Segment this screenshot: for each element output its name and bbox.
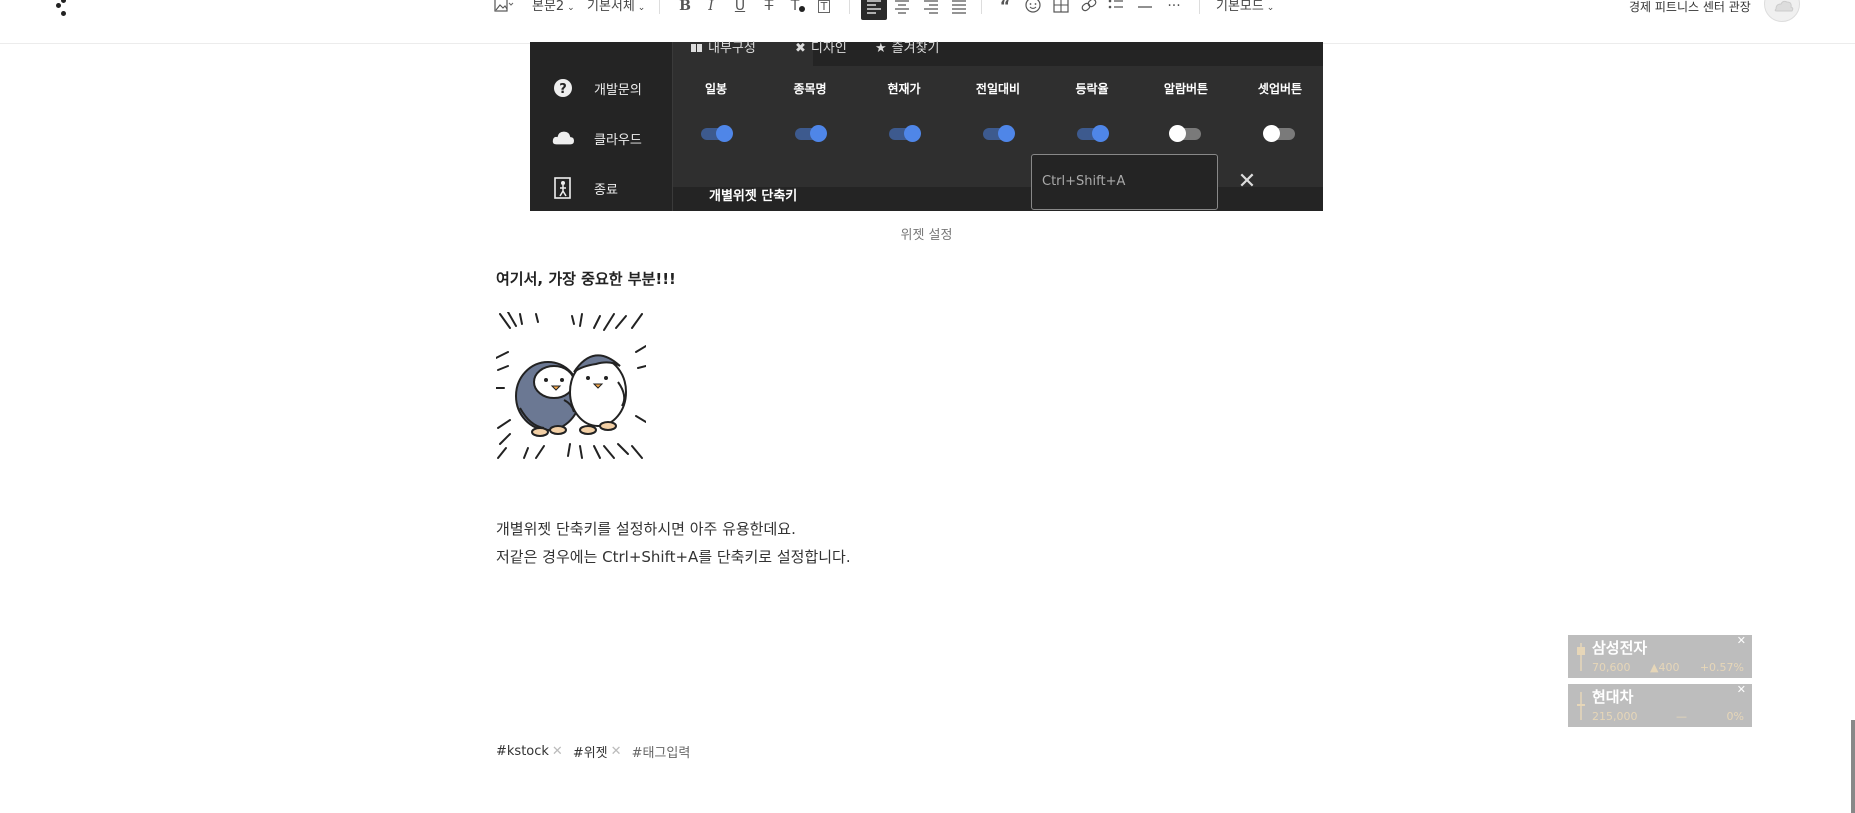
text-color-icon[interactable]: T [788,0,808,14]
strikethrough-icon[interactable]: T [761,0,777,14]
tab-favorites[interactable]: ★ 즐겨찾기 [875,42,940,66]
cloud-icon [552,127,574,149]
widget-sidebar: ? 개발문의 클라우드 종료 [530,42,673,211]
align-left-icon[interactable] [864,0,884,14]
toggle-daily-candle[interactable] [701,125,733,142]
stock-widget-hyundai[interactable]: 현대차 ✕ 215,000 — 0% [1568,683,1752,727]
tools-icon: ✖ [795,41,806,56]
link-icon[interactable] [1079,0,1099,14]
stock-rate: 0% [1726,710,1744,723]
align-justify-icon[interactable] [949,0,969,14]
tab-design[interactable]: ✖ 디자인 [795,42,847,66]
tag-input[interactable]: #태그입력 [632,742,691,761]
sidebar-item-exit[interactable]: 종료 [552,176,618,200]
tag-item[interactable]: #kstock ✕ [496,742,563,761]
emoji-icon[interactable] [1024,0,1042,14]
toggle-label-daily-candle: 일봉 [704,82,728,96]
toggle-current-price[interactable] [889,125,921,142]
table-icon[interactable] [1052,0,1070,14]
underline-icon[interactable]: U [732,0,748,14]
italic-icon[interactable]: I [703,0,719,14]
shortcut-label: 개별위젯 단축키 [709,189,798,204]
logo-icon[interactable] [56,0,70,22]
font-family-select[interactable]: 기본서체 ⌄ [587,0,645,14]
stock-price: 70,600 [1592,661,1631,674]
image-caption: 위젯 설정 [900,228,953,243]
quote-icon[interactable]: “ [995,0,1015,14]
stock-rate: +0.57% [1699,661,1744,674]
stock-price: 215,000 [1592,710,1638,723]
text-background-icon[interactable]: T [815,0,833,14]
paragraph-style-select[interactable]: 본문2 ⌄ [532,0,575,14]
stock-widget-samsung[interactable]: 삼성전자 ✕ 70,600 ▲400 +0.57% [1568,634,1752,678]
sidebar-item-dev-inquiry[interactable]: ? 개발문의 [552,76,642,100]
stock-change: — [1676,710,1687,723]
paragraph-2: 저같은 경우에는 Ctrl+Shift+A를 단축키로 설정합니다. [496,548,851,566]
penguin-sticker-image [495,311,647,462]
stock-change: ▲400 [1650,661,1680,674]
grid-icon [691,44,702,52]
shortcut-input[interactable]: Ctrl+Shift+A [1031,154,1218,210]
widget-tabs: 내부구성 ✖ 디자인 ★ 즐겨찾기 [673,42,1323,66]
horizontal-rule-icon[interactable] [1136,0,1154,14]
toggle-label-stock-name: 종목명 [793,82,827,96]
blog-title: 경제 피트니스 센터 관장 [1629,0,1751,14]
toggle-label-change-rate: 등락율 [1075,82,1109,96]
toggle-label-current-price: 현재가 [887,82,921,96]
help-circle-icon: ? [552,77,574,99]
section-heading: 여기서, 가장 중요한 부분!!! [496,270,676,288]
stock-name: 삼성전자 [1592,639,1648,657]
toggle-change-rate[interactable] [1077,125,1109,142]
stock-name: 현대차 [1592,688,1634,706]
toggle-stock-name[interactable] [795,125,827,142]
svg-text:?: ? [559,82,567,97]
widget-toggle-panel: 일봉 종목명 현재가 전일대비 등락율 알람버튼 셋업버튼 [673,66,1323,187]
tag-remove-icon[interactable]: ✕ [552,744,563,759]
toolbar-divider [981,0,982,14]
close-icon[interactable]: ✕ [1737,634,1746,647]
candle-icon [1576,643,1585,671]
toggle-label-day-change: 전일대비 [975,82,1021,96]
tag-item[interactable]: #위젯 ✕ [573,742,622,761]
toggle-label-alarm-button: 알람버튼 [1163,82,1209,96]
editor-toolbar: 본문2 ⌄ 기본서체 ⌄ B I U T T T “ ··· 기본모드 ⌄ 경제… [0,0,1855,44]
toolbar-divider [849,0,850,14]
toolbar-divider [1199,0,1200,14]
toggle-day-change[interactable] [983,125,1015,142]
image-insert-icon[interactable] [492,0,516,14]
close-icon[interactable]: ✕ [1737,683,1746,696]
more-icon[interactable]: ··· [1164,0,1184,14]
bold-icon[interactable]: B [677,0,693,14]
toolbar-divider [659,0,660,14]
toggle-label-setup-button: 셋업버튼 [1257,82,1303,96]
align-right-icon[interactable] [921,0,941,14]
star-icon: ★ [875,41,887,56]
tag-list: #kstock ✕ #위젯 ✕ #태그입력 [496,742,690,761]
align-center-icon[interactable] [892,0,912,14]
close-icon[interactable]: ✕ [1236,170,1258,194]
editor-mode-select[interactable]: 기본모드 ⌄ [1216,0,1274,14]
sidebar-item-cloud[interactable]: 클라우드 [552,126,642,150]
shortcut-row: 개별위젯 단축키 [673,187,1323,211]
avatar[interactable] [1764,0,1800,22]
toggle-setup-button[interactable] [1263,125,1295,142]
paragraph-1: 개별위젯 단축키를 설정하시면 아주 유용한데요. [496,520,796,538]
toggle-alarm-button[interactable] [1169,125,1201,142]
page-scrollbar[interactable] [1851,720,1855,813]
candle-icon [1576,692,1585,720]
tag-remove-icon[interactable]: ✕ [611,744,622,759]
list-icon[interactable] [1107,0,1125,14]
exit-icon [552,177,574,199]
tab-internal-config[interactable]: 내부구성 [673,42,813,66]
